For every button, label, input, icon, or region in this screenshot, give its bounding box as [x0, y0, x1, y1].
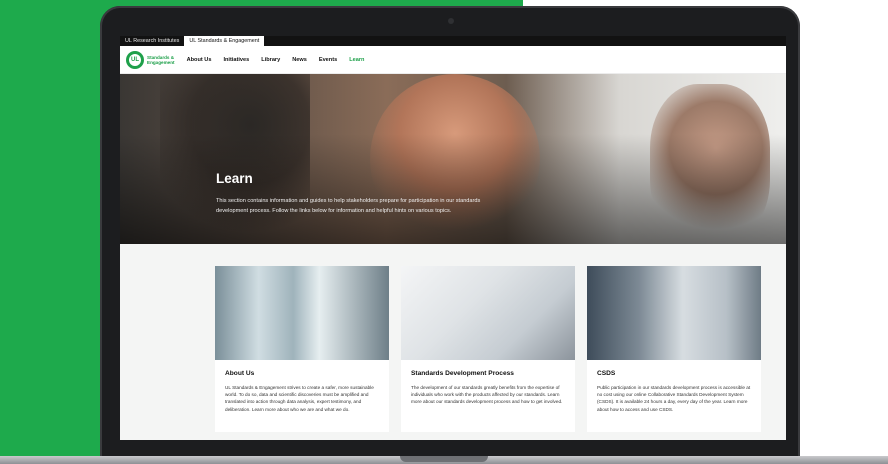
ul-logo-letters: UL — [129, 53, 141, 66]
hero-banner: Learn This section contains information … — [120, 74, 786, 244]
card-csds[interactable]: CSDS Public participation in our standar… — [587, 266, 761, 432]
card-text: The development of our standards greatly… — [411, 385, 563, 405]
ul-logo-mark: UL — [126, 50, 144, 69]
nav-news[interactable]: News — [292, 57, 307, 63]
card-image-documents — [401, 266, 575, 360]
tab-ul-standards-engagement[interactable]: UL Standards & Engagement — [184, 36, 265, 46]
nav-learn[interactable]: Learn — [349, 57, 364, 63]
tab-ul-research-institutes[interactable]: UL Research Institutes — [120, 36, 184, 46]
browser-viewport: UL Research Institutes UL Standards & En… — [120, 36, 786, 440]
card-title[interactable]: About Us — [225, 370, 379, 377]
site-switcher: UL Research Institutes UL Standards & En… — [120, 36, 786, 46]
nav-about-us[interactable]: About Us — [187, 57, 212, 63]
hero-description: This section contains information and gu… — [216, 198, 481, 214]
logo-line-2: Engagement — [147, 59, 175, 65]
card-about-us[interactable]: About Us UL Standards & Engagement striv… — [215, 266, 389, 432]
card-list: About Us UL Standards & Engagement striv… — [215, 266, 773, 432]
card-title[interactable]: CSDS — [597, 370, 751, 377]
nav-events[interactable]: Events — [319, 57, 337, 63]
card-text: Public participation in our standards de… — [597, 385, 751, 412]
ul-logo-text: Standards & Engagement — [147, 55, 175, 65]
card-title[interactable]: Standards Development Process — [411, 370, 565, 377]
card-text: UL Standards & Engagement strives to cre… — [225, 385, 374, 412]
card-image-office — [215, 266, 389, 360]
nav-library[interactable]: Library — [261, 57, 280, 63]
nav-initiatives[interactable]: Initiatives — [223, 57, 249, 63]
main-navigation: UL Standards & Engagement About Us Initi… — [120, 46, 786, 74]
hero-overlay — [120, 134, 786, 244]
card-image-computer — [587, 266, 761, 360]
logo-line-1: Standards & — [147, 54, 175, 60]
ul-logo[interactable]: UL Standards & Engagement — [126, 50, 175, 69]
card-standards-development-process[interactable]: Standards Development Process The develo… — [401, 266, 575, 432]
page-title: Learn — [216, 171, 253, 186]
laptop-notch — [400, 456, 488, 462]
camera-icon — [448, 18, 454, 24]
